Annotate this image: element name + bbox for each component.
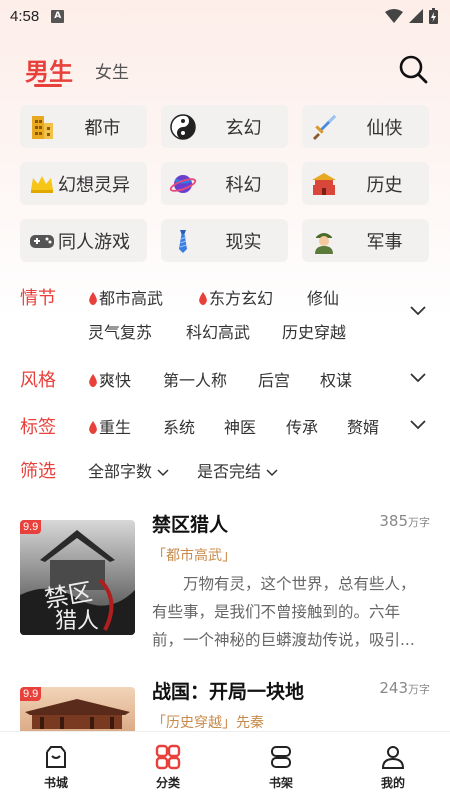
- filter-chip-tags[interactable]: 重生: [88, 414, 131, 438]
- filter-chip-style[interactable]: 爽快: [88, 367, 131, 391]
- nav-label: 书城: [43, 776, 68, 790]
- hot-icon: [89, 374, 97, 387]
- book-tag[interactable]: 「都市高武」: [152, 545, 236, 565]
- building-icon: [32, 116, 53, 139]
- filter-chip-plot[interactable]: 历史穿越: [282, 319, 346, 343]
- nav-bookstore[interactable]: 书城: [21, 744, 91, 791]
- nav-label: 我的: [380, 776, 405, 790]
- svg-text:猎人: 猎人: [55, 609, 99, 634]
- book-word-count: 385万字: [379, 512, 430, 530]
- filter-chip-tags[interactable]: 神医: [224, 414, 256, 438]
- category-xianxia[interactable]: 仙侠: [302, 105, 429, 148]
- book-title: 禁区猎人: [152, 514, 229, 536]
- battery-icon: [429, 8, 438, 24]
- score-badge: 9.9: [20, 687, 42, 701]
- filter-dropdown-completed[interactable]: 是否完结: [197, 458, 278, 482]
- hot-icon: [199, 292, 207, 305]
- bookshelf-icon: [271, 746, 291, 768]
- category-tongren[interactable]: 同人游戏: [20, 219, 147, 262]
- filter-sift: 筛选 全部字数 是否完结: [20, 457, 440, 483]
- chevron-down-icon[interactable]: [410, 373, 426, 383]
- category-lishi[interactable]: 历史: [302, 162, 429, 205]
- tab-female[interactable]: 女生: [95, 58, 129, 83]
- category-dushi[interactable]: 都市: [20, 105, 147, 148]
- book-description: 万物有灵，这个世界，总有些人，有些事，是我们不曾接触到的。六年前，一个神秘的巨蟒…: [152, 575, 416, 649]
- nav-label: 书架: [268, 776, 293, 790]
- score-badge: 9.9: [20, 520, 42, 534]
- soldier-icon: [315, 233, 333, 254]
- category-kehuan[interactable]: 科幻: [161, 162, 288, 205]
- filter-key-style: 风格: [20, 370, 56, 391]
- filter-chip-plot[interactable]: 都市高武: [88, 285, 163, 309]
- nav-profile[interactable]: 我的: [358, 744, 428, 791]
- wifi-icon: [385, 9, 403, 23]
- filter-chip-style[interactable]: 权谋: [320, 367, 352, 391]
- gamepad-icon: [30, 235, 54, 248]
- book-cover-image: 禁区 猎人: [20, 520, 135, 635]
- book-word-count: 243万字: [379, 679, 430, 697]
- chevron-down-icon[interactable]: [410, 306, 426, 316]
- filter-chip-plot[interactable]: 灵气复苏: [88, 319, 152, 343]
- filter-chip-style[interactable]: 后宫: [258, 367, 290, 391]
- category-xianshi[interactable]: 现实: [161, 219, 288, 262]
- category-huanxiang[interactable]: 幻想灵异: [20, 162, 147, 205]
- search-icon[interactable]: [396, 52, 430, 86]
- nav-label: 分类: [155, 776, 180, 790]
- filter-tags: 标签 重生 系统 神医 传承 赘婿: [20, 413, 440, 439]
- signal-icon: [409, 9, 423, 23]
- chevron-down-icon: [157, 469, 169, 477]
- filter-chip-tags[interactable]: 赘婿: [347, 414, 379, 438]
- filter-chip-plot[interactable]: 科幻高武: [186, 319, 250, 343]
- crown-icon: [31, 176, 53, 193]
- tab-active-indicator: [34, 84, 62, 87]
- notification-icon: A: [51, 9, 65, 23]
- hot-icon: [89, 421, 97, 434]
- necktie-icon: [179, 230, 187, 253]
- filter-key-sift: 筛选: [20, 461, 56, 482]
- hot-icon: [89, 292, 97, 305]
- chevron-down-icon[interactable]: [410, 420, 426, 430]
- filter-key-plot: 情节: [20, 288, 56, 309]
- filter-key-tags: 标签: [20, 417, 56, 438]
- gender-tabs: 男生 女生: [0, 44, 450, 94]
- palace-icon: [312, 173, 336, 195]
- status-icons: [385, 8, 438, 24]
- filter-chip-tags[interactable]: 传承: [286, 414, 318, 438]
- nav-category[interactable]: 分类: [133, 744, 203, 791]
- category-junshi[interactable]: 军事: [302, 219, 429, 262]
- profile-icon: [381, 746, 405, 769]
- status-bar: 4:58 A: [0, 0, 450, 32]
- category-xuanhuan[interactable]: 玄幻: [161, 105, 288, 148]
- filter-plot: 情节 都市高武 东方玄幻 修仙 灵气复苏 科幻高武 历史穿越: [20, 284, 440, 346]
- bookstore-icon: [46, 746, 66, 768]
- filter-dropdown-wordcount[interactable]: 全部字数: [88, 458, 169, 482]
- tab-male[interactable]: 男生: [25, 52, 73, 87]
- filter-chip-plot[interactable]: 东方玄幻: [198, 285, 273, 309]
- bottom-nav: 书城 分类 书架 我的: [0, 731, 450, 800]
- filter-chip-plot[interactable]: 修仙: [307, 285, 339, 309]
- nav-bookshelf[interactable]: 书架: [246, 744, 316, 791]
- book-item[interactable]: 9.9 战国：开局一块地 243万字 「历史穿越」先秦: [20, 677, 430, 800]
- book-item[interactable]: 禁区 猎人 9.9 禁区猎人 385万字 「都市高武」 万物有灵，这个世界，总有…: [20, 510, 430, 649]
- filter-style: 风格 爽快 第一人称 后宫 权谋: [20, 366, 440, 392]
- book-title: 战国：开局一块地: [152, 681, 305, 703]
- status-time: 4:58: [10, 7, 40, 25]
- book-cover: 禁区 猎人 9.9: [20, 520, 135, 635]
- filter-chip-tags[interactable]: 系统: [163, 414, 195, 438]
- yin-yang-icon: [170, 114, 196, 140]
- sword-icon: [313, 115, 336, 140]
- chevron-down-icon: [266, 469, 278, 477]
- category-icon: [155, 744, 181, 770]
- book-tag[interactable]: 「历史穿越」先秦: [152, 712, 264, 732]
- planet-icon: [169, 175, 197, 193]
- filter-chip-style[interactable]: 第一人称: [163, 367, 227, 391]
- category-grid: 都市 玄幻 仙侠 幻想灵异 科幻 历史 同人游戏 现实 军事: [20, 105, 430, 262]
